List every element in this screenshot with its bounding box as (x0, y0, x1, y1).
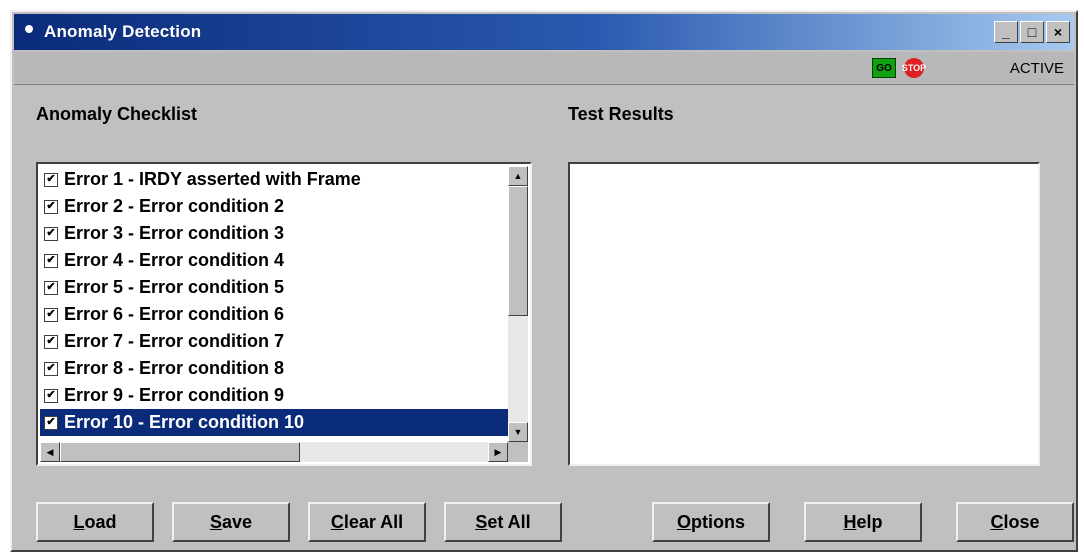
checklist-item[interactable]: ✔ Error 9 - Error condition 9 (40, 382, 508, 409)
checkbox-icon[interactable]: ✔ (44, 307, 58, 322)
vertical-scroll-thumb[interactable] (508, 186, 528, 316)
scroll-down-icon[interactable]: ▼ (508, 422, 528, 442)
load-label: oad (84, 511, 117, 532)
checklist-item[interactable]: ✔ Error 10 - Error condition 10 (40, 409, 508, 436)
help-label: elp (856, 511, 883, 532)
checklist-item-label: Error 1 - IRDY asserted with Frame (64, 169, 361, 189)
options-label: ptions (691, 511, 745, 532)
checkbox-icon[interactable]: ✔ (44, 253, 58, 268)
close-label: lose (1003, 511, 1040, 532)
horizontal-scrollbar[interactable]: ◀ ▶ (40, 442, 508, 462)
save-label: ave (221, 511, 253, 532)
checklist-item-label: Error 8 - Error condition 8 (64, 358, 285, 378)
options-mnemonic: O (676, 511, 691, 532)
clear-all-button[interactable]: Clear All (308, 502, 426, 542)
go-icon[interactable]: GO (872, 58, 896, 78)
window-title: Anomaly Detection (44, 22, 202, 41)
horizontal-scroll-thumb[interactable] (60, 442, 300, 462)
test-results-box[interactable] (568, 162, 1040, 466)
options-button[interactable]: Options (652, 502, 770, 542)
checklist-item[interactable]: ✔ Error 4 - Error condition 4 (40, 247, 508, 274)
status-icons: GO STOP (872, 58, 926, 78)
checkbox-icon[interactable]: ✔ (44, 415, 58, 430)
checklist-item-label: Error 9 - Error condition 9 (64, 385, 285, 405)
status-strip: GO STOP ACTIVE (14, 52, 1074, 85)
checklist-item[interactable]: ✔ Error 5 - Error condition 5 (40, 274, 508, 301)
help-button[interactable]: Help (804, 502, 922, 542)
checklist-items: ✔ Error 1 - IRDY asserted with Frame ✔ Erro… (40, 166, 508, 442)
save-mnemonic: S (209, 511, 222, 532)
checklist-item[interactable]: ✔ Error 8 - Error condition 8 (40, 355, 508, 382)
scroll-right-icon[interactable]: ▶ (488, 442, 508, 462)
title-bar[interactable]: Anomaly Detection _ □ × (14, 14, 1074, 50)
scroll-up-icon[interactable]: ▲ (508, 166, 528, 186)
checklist-item-label: Error 2 - Error condition 2 (64, 196, 285, 216)
load-mnemonic: L (73, 511, 85, 532)
checklist-item-label: Error 10 - Error condition 10 (64, 412, 305, 432)
checklist-item[interactable]: ✔ Error 1 - IRDY asserted with Frame (40, 166, 508, 193)
status-text: ACTIVE (1009, 59, 1064, 77)
set-all-mnemonic: S (475, 511, 488, 532)
window-controls: _ □ × (994, 21, 1070, 43)
vertical-scrollbar[interactable]: ▲ ▼ (508, 166, 528, 442)
checkbox-icon[interactable]: ✔ (44, 172, 58, 187)
scroll-left-icon[interactable]: ◀ (40, 442, 60, 462)
checklist-item-label: Error 4 - Error condition 4 (64, 250, 285, 270)
checkbox-icon[interactable]: ✔ (44, 388, 58, 403)
anomaly-checklist[interactable]: ✔ Error 1 - IRDY asserted with Frame ✔ Erro… (36, 162, 532, 466)
checklist-item[interactable]: ✔ Error 7 - Error condition 7 (40, 328, 508, 355)
checkbox-icon[interactable]: ✔ (44, 334, 58, 349)
close-window-button[interactable]: × (1046, 21, 1070, 43)
checklist-item[interactable]: ✔ Error 6 - Error condition 6 (40, 301, 508, 328)
test-results-label: Test Results (568, 104, 674, 124)
load-button[interactable]: Load (36, 502, 154, 542)
clear-all-mnemonic: C (330, 511, 344, 532)
checklist-item[interactable]: ✔ Error 2 - Error condition 2 (40, 193, 508, 220)
close-button[interactable]: Close (956, 502, 1074, 542)
checklist-item-label: Error 3 - Error condition 3 (64, 223, 285, 243)
close-mnemonic: C (990, 511, 1004, 532)
stop-icon[interactable]: STOP (902, 58, 926, 78)
set-all-label: et All (487, 511, 531, 532)
maximize-button[interactable]: □ (1020, 21, 1044, 43)
checkbox-icon[interactable]: ✔ (44, 226, 58, 241)
save-button[interactable]: Save (172, 502, 290, 542)
checkbox-icon[interactable]: ✔ (44, 280, 58, 295)
scrollbar-corner (508, 442, 528, 462)
app-icon (24, 23, 34, 41)
help-mnemonic: H (843, 511, 857, 532)
minimize-button[interactable]: _ (994, 21, 1018, 43)
checkbox-icon[interactable]: ✔ (44, 199, 58, 214)
set-all-button[interactable]: Set All (444, 502, 562, 542)
checklist-item[interactable]: ✔ Error 3 - Error condition 3 (40, 220, 508, 247)
clear-all-label: lear All (343, 511, 404, 532)
anomaly-checklist-label: Anomaly Checklist (36, 104, 198, 124)
checklist-item-label: Error 7 - Error condition 7 (64, 331, 285, 351)
checkbox-icon[interactable]: ✔ (44, 361, 58, 376)
anomaly-detection-window: Anomaly Detection _ □ × GO STOP ACTIVE A… (10, 10, 1078, 552)
checklist-item-label: Error 6 - Error condition 6 (64, 304, 285, 324)
checklist-item-label: Error 5 - Error condition 5 (64, 277, 285, 297)
